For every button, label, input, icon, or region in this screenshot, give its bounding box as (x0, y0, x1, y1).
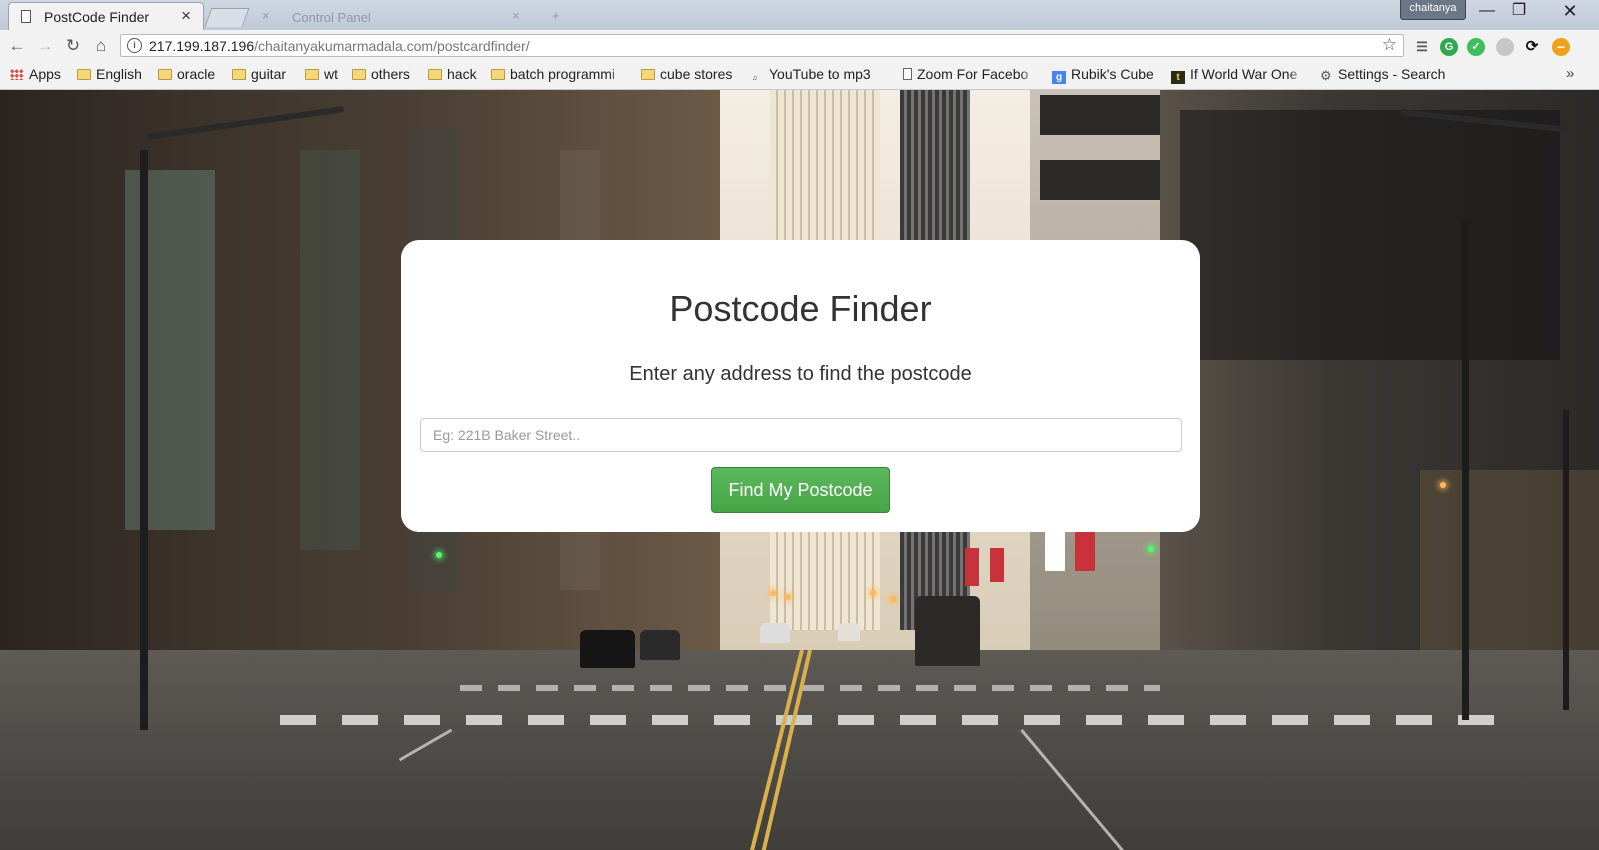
red-banner (965, 548, 979, 586)
reload-icon[interactable]: ↻ (62, 35, 84, 57)
maximize-icon[interactable]: ❐ (1504, 0, 1534, 22)
bookmark-label: Apps (29, 66, 61, 82)
lock-extension-icon[interactable] (1496, 38, 1514, 56)
site-icon: t (1171, 71, 1185, 84)
fade-overlay (869, 66, 887, 84)
url-host: 217.199.187.196 (149, 38, 255, 54)
folder-icon (641, 69, 655, 80)
browser-toolbar: ← → ↻ ⌂ i 217.199.187.196/chaitanyakumar… (0, 30, 1599, 61)
fade-overlay (1288, 66, 1306, 84)
bookmark-label: Settings - Search (1338, 66, 1446, 82)
crosswalk-far (460, 685, 1160, 691)
find-postcode-button[interactable]: Find My Postcode (711, 467, 890, 513)
bookmark-wt[interactable]: wt (305, 66, 338, 84)
grammarly-icon[interactable]: G (1440, 38, 1458, 56)
ghost-tab-title: Control Panel (292, 10, 371, 25)
bookmark-label: batch programmi (510, 66, 616, 82)
address-input[interactable] (420, 418, 1182, 452)
window-close-icon[interactable]: ✕ (1550, 0, 1590, 22)
tab-close-icon[interactable]: × (181, 6, 191, 26)
bookmark-zoom-facebook[interactable]: Zoom For Facebo (903, 66, 1038, 84)
checkmark-extension-icon[interactable]: ✓ (1467, 38, 1485, 56)
forward-arrow-icon[interactable]: → (34, 35, 56, 57)
bookmark-label: If World War One (1190, 66, 1298, 82)
bookmark-star-icon[interactable]: ☆ (1382, 35, 1397, 55)
bookmark-label: guitar (251, 66, 287, 82)
folder-icon (158, 69, 172, 80)
bookmarks-overflow-icon[interactable]: » (1566, 65, 1574, 82)
google-icon: g (1052, 71, 1066, 84)
gear-icon: ⚙ (1320, 68, 1332, 83)
bookmark-label: cube stores (660, 66, 733, 82)
home-icon[interactable]: ⌂ (90, 35, 112, 57)
postcode-finder-card: Postcode Finder Enter any address to fin… (401, 240, 1200, 532)
ghost-close-icon: × (262, 8, 270, 23)
apps-grid-icon (10, 69, 24, 80)
profile-badge[interactable]: chaitanya (1400, 0, 1466, 20)
right-building (1160, 90, 1599, 730)
crosswalk-near (280, 715, 1500, 725)
bookmark-rubiks-cube[interactable]: g Rubik's Cube (1052, 66, 1154, 84)
fade-overlay (1020, 66, 1038, 84)
fade-overlay (608, 66, 626, 84)
new-tab-button[interactable] (204, 8, 250, 27)
ghost-close-icon: × (512, 8, 520, 23)
bookmark-others[interactable]: others (352, 66, 410, 84)
menu-extension-icon[interactable]: − (1552, 38, 1570, 56)
car (580, 630, 635, 668)
folder-icon (305, 69, 319, 80)
url-path: /chaitanyakumarmadala.com/postcardfinder… (254, 38, 530, 54)
bookmark-label: YouTube to mp3 (769, 66, 871, 82)
red-banner (990, 548, 1004, 582)
bookmark-label: English (96, 66, 142, 82)
car (640, 630, 680, 660)
ghost-tab: × Control Panel × + (262, 6, 562, 28)
car (760, 623, 790, 643)
browser-titlebar: PostCode Finder × × Control Panel × + ch… (0, 0, 1599, 30)
bookmark-apps[interactable]: Apps (10, 66, 61, 84)
back-arrow-icon[interactable]: ← (6, 35, 28, 57)
folder-icon (352, 69, 366, 80)
car (838, 623, 860, 641)
bookmark-hack[interactable]: hack (428, 66, 477, 84)
bookmark-cube-stores[interactable]: cube stores (641, 66, 732, 84)
bookmarks-bar: Apps English oracle guitar wt others hac… (0, 61, 1599, 90)
mp3-icon: ♫ (752, 75, 758, 82)
truck (915, 596, 980, 666)
tab-title: PostCode Finder (44, 9, 150, 25)
ghost-plus-icon: + (552, 8, 560, 23)
folder-icon (77, 69, 91, 80)
folder-icon (491, 69, 505, 80)
address-bar[interactable]: i 217.199.187.196/chaitanyakumarmadala.c… (120, 34, 1404, 57)
bookmark-english[interactable]: English (77, 66, 142, 84)
street-lamp-pole (1563, 410, 1569, 710)
bookmark-label: hack (447, 66, 477, 82)
page-subtitle: Enter any address to find the postcode (629, 363, 972, 385)
url-text[interactable]: 217.199.187.196/chaitanyakumarmadala.com… (149, 38, 530, 54)
street-lamp-pole (1462, 220, 1469, 720)
bookmark-label: oracle (177, 66, 216, 82)
bookmark-settings-search[interactable]: ⚙ Settings - Search (1320, 66, 1445, 84)
street (0, 650, 1599, 850)
folder-icon (428, 69, 442, 80)
sync-extension-icon[interactable]: ⟳ (1523, 38, 1541, 56)
page-title: Postcode Finder (669, 288, 932, 329)
street-lamp-pole (140, 150, 148, 730)
bookmark-label: Rubik's Cube (1071, 66, 1154, 82)
bookmark-guitar[interactable]: guitar (232, 66, 286, 84)
bookmark-oracle[interactable]: oracle (158, 66, 215, 84)
bookmark-world-war-one[interactable]: t If World War One (1171, 66, 1306, 84)
bookmark-label: others (371, 66, 410, 82)
bookmark-label: Zoom For Facebo (917, 66, 1029, 82)
folder-icon (232, 69, 246, 80)
bookmark-youtube-mp3[interactable]: ♫ YouTube to mp3 (752, 66, 887, 84)
minimize-icon[interactable]: — (1472, 0, 1502, 22)
bookmark-batch-programming[interactable]: batch programmi (491, 66, 626, 84)
site-info-icon[interactable]: i (127, 38, 142, 53)
tab-postcode-finder[interactable]: PostCode Finder × (8, 2, 204, 30)
page-icon (903, 68, 912, 80)
bookmark-label: wt (324, 66, 338, 82)
reading-list-icon[interactable]: ☰ (1413, 38, 1431, 56)
page-icon (21, 10, 31, 23)
